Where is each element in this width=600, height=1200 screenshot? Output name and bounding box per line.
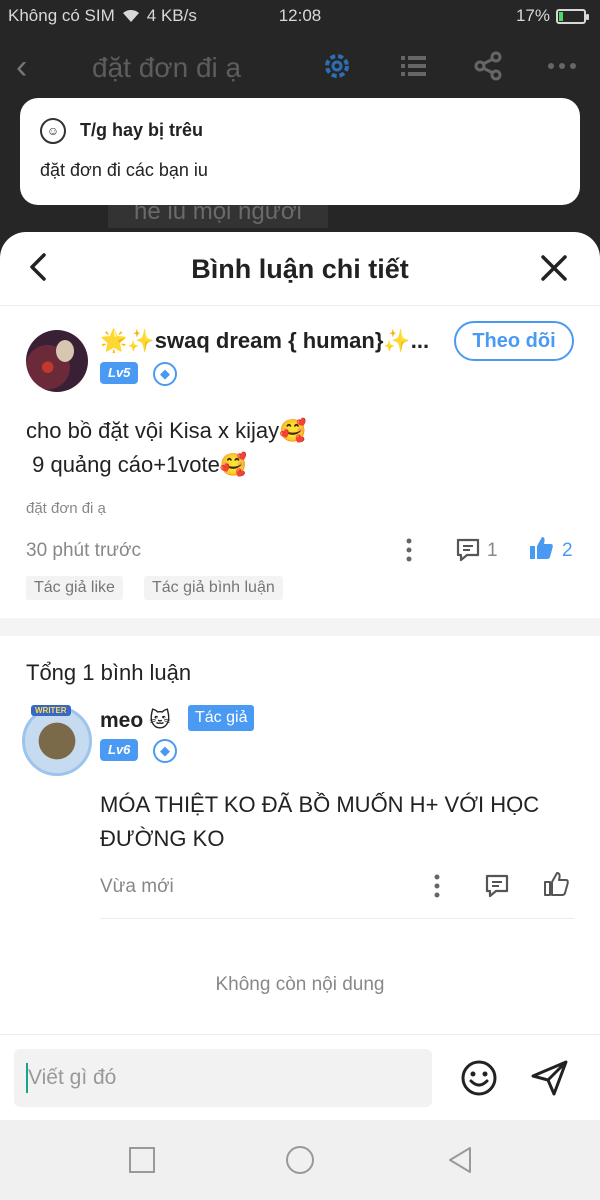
send-icon[interactable] xyxy=(530,1059,570,1097)
thumbs-up-filled-icon[interactable] xyxy=(528,535,554,561)
comment-total-label: Tổng 1 bình luận xyxy=(26,660,192,685)
thumbs-up-icon[interactable] xyxy=(543,871,569,897)
like-count: 2 xyxy=(562,540,573,561)
author-commented-tag: Tác giả bình luận xyxy=(144,576,283,600)
comment-detail-sheet: Bình luận chi tiết 🌟✨swaq dream { human}… xyxy=(0,232,600,1200)
back-icon[interactable]: ‹ xyxy=(16,48,27,87)
close-icon[interactable] xyxy=(540,254,568,282)
comment-count: 1 xyxy=(487,540,498,561)
comment-more-vertical-icon[interactable] xyxy=(424,873,450,899)
recents-square-icon[interactable] xyxy=(126,1144,158,1176)
level-badge: Lv5 xyxy=(100,362,139,384)
toast-avatar: ☺ xyxy=(40,118,66,144)
verified-shield-icon: ◆ xyxy=(153,362,177,386)
home-circle-icon[interactable] xyxy=(284,1144,316,1176)
more-vertical-icon[interactable] xyxy=(396,537,422,563)
battery-percent: 17% xyxy=(515,6,550,25)
section-divider xyxy=(0,618,600,636)
gear-icon[interactable] xyxy=(321,50,353,82)
text-caret xyxy=(26,1063,28,1093)
back-triangle-icon[interactable] xyxy=(444,1144,476,1176)
comment-divider xyxy=(100,918,574,919)
story-header: ‹ đặt đơn đi ạ xyxy=(0,32,600,102)
reply-icon[interactable] xyxy=(484,873,510,899)
follow-button[interactable]: Theo dõi xyxy=(454,321,574,361)
end-of-list-label: Không còn nội dung xyxy=(215,974,385,995)
post-timestamp: 30 phút trước xyxy=(26,540,141,561)
comment-author-name[interactable]: meo 🐱 xyxy=(100,708,171,733)
comment-composer xyxy=(0,1034,600,1120)
system-nav-bar xyxy=(0,1120,600,1200)
comment-verified-shield-icon: ◆ xyxy=(153,739,177,763)
post-text: cho bồ đặt vội Kisa x kijay🥰 9 quảng cáo… xyxy=(26,418,307,477)
post-source-link[interactable]: đặt đơn đi ạ xyxy=(26,500,106,517)
comment-avatar[interactable]: WRITER xyxy=(22,705,92,776)
comment-text: MÓA THIỆT KO ĐÃ BỒ MUỐN H+ VỚI HỌC ĐƯỜNG… xyxy=(100,792,540,851)
author-liked-tag: Tác giả like xyxy=(26,576,123,600)
comment-icon[interactable] xyxy=(455,537,481,563)
sheet-title: Bình luận chi tiết xyxy=(191,254,409,284)
comment-input[interactable] xyxy=(14,1049,432,1107)
avatar[interactable] xyxy=(26,330,88,392)
status-bar: Không có SIM 4 KB/s 12:08 17% xyxy=(0,0,600,32)
author-message-toast[interactable]: ☺ T/g hay bị trêu đặt đơn đi các bạn iu xyxy=(20,98,580,205)
toast-author-name: T/g hay bị trêu xyxy=(80,120,204,140)
sheet-header: Bình luận chi tiết xyxy=(0,232,600,306)
emoji-icon[interactable] xyxy=(460,1059,498,1097)
clock: 12:08 xyxy=(278,6,322,25)
comment-timestamp: Vừa mới xyxy=(100,876,174,897)
more-icon[interactable] xyxy=(546,50,578,82)
list-icon[interactable] xyxy=(397,50,429,82)
writer-frame-badge: WRITER xyxy=(31,705,71,716)
share-icon[interactable] xyxy=(472,50,504,82)
battery-icon xyxy=(556,8,589,24)
story-title: đặt đơn đi ạ xyxy=(92,52,242,83)
post-author-name[interactable]: 🌟✨swaq dream { human}✨... xyxy=(100,328,435,354)
toast-message: đặt đơn đi các bạn iu xyxy=(40,160,208,180)
author-badge: Tác giả xyxy=(188,705,255,731)
comment-level-badge: Lv6 xyxy=(100,739,139,761)
